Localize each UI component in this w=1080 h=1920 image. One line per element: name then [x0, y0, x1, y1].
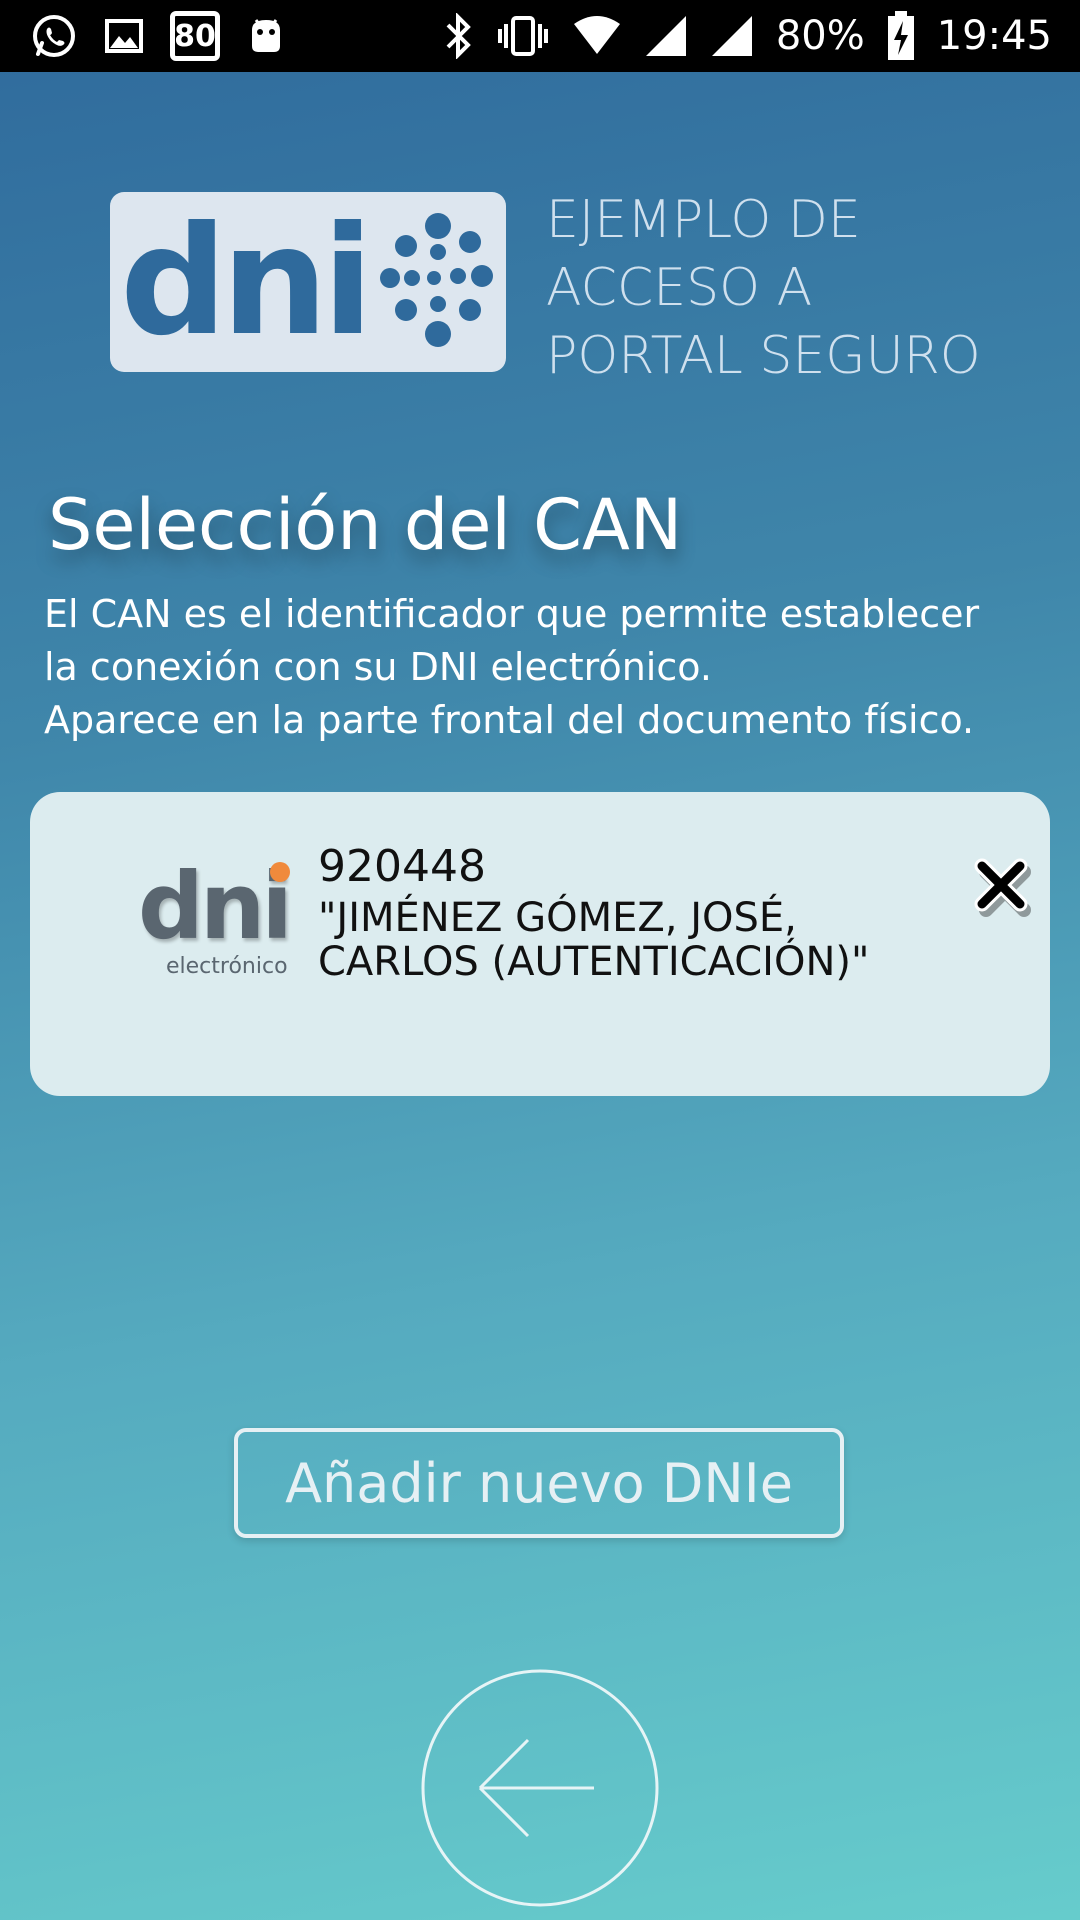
battery-charging-icon [887, 11, 915, 61]
tagline-line: EJEMPLO DE [546, 190, 861, 250]
add-new-dnie-button[interactable]: Añadir nuevo DNIe [234, 1428, 844, 1538]
clock: 19:45 [936, 13, 1052, 59]
can-entry-card[interactable]: dni electrónico 920448 "JIMÉNEZ GÓMEZ, J… [30, 792, 1050, 1096]
speed-limit-icon: 80 [170, 11, 220, 61]
logo-text: dni [120, 195, 374, 369]
logo-orange-dot [270, 862, 290, 882]
vibrate-icon [496, 14, 550, 58]
signal-icon [644, 14, 688, 58]
section-description: El CAN es el identificador que permite e… [44, 588, 1044, 747]
bluetooth-icon [444, 13, 474, 59]
wifi-icon [572, 14, 622, 58]
status-bar: 80 80% 19:45 [0, 0, 1080, 72]
header-tagline: EJEMPLO DE ACCESO A PORTAL SEGURO [546, 186, 1006, 390]
tagline-line: PORTAL SEGURO [546, 326, 981, 386]
dni-electronico-logo: dni electrónico [110, 852, 300, 982]
arrow-left-icon[interactable] [420, 1668, 660, 1908]
close-icon[interactable] [968, 852, 1038, 922]
dni-logo: dni [110, 192, 506, 372]
whatsapp-icon [30, 12, 78, 60]
description-line: El CAN es el identificador que permite e… [44, 592, 980, 636]
card-logo-subtext: electrónico [166, 954, 288, 979]
gallery-icon [104, 16, 144, 56]
certificate-holder-name: "JIMÉNEZ GÓMEZ, JOSÉ, CARLOS (AUTENTICAC… [318, 895, 870, 985]
signal-icon [710, 14, 754, 58]
description-line: Aparece en la parte frontal del document… [44, 698, 975, 742]
tagline-line: ACCESO A [546, 258, 813, 318]
battery-percentage: 80% [775, 13, 865, 59]
android-icon [246, 16, 286, 56]
page-title: Selección del CAN [48, 484, 683, 566]
description-line: la conexión con su DNI electrónico. [44, 645, 712, 689]
can-number: 920448 [318, 841, 486, 892]
card-logo-text: dni [138, 853, 293, 960]
dni-dots-icon [380, 213, 493, 347]
